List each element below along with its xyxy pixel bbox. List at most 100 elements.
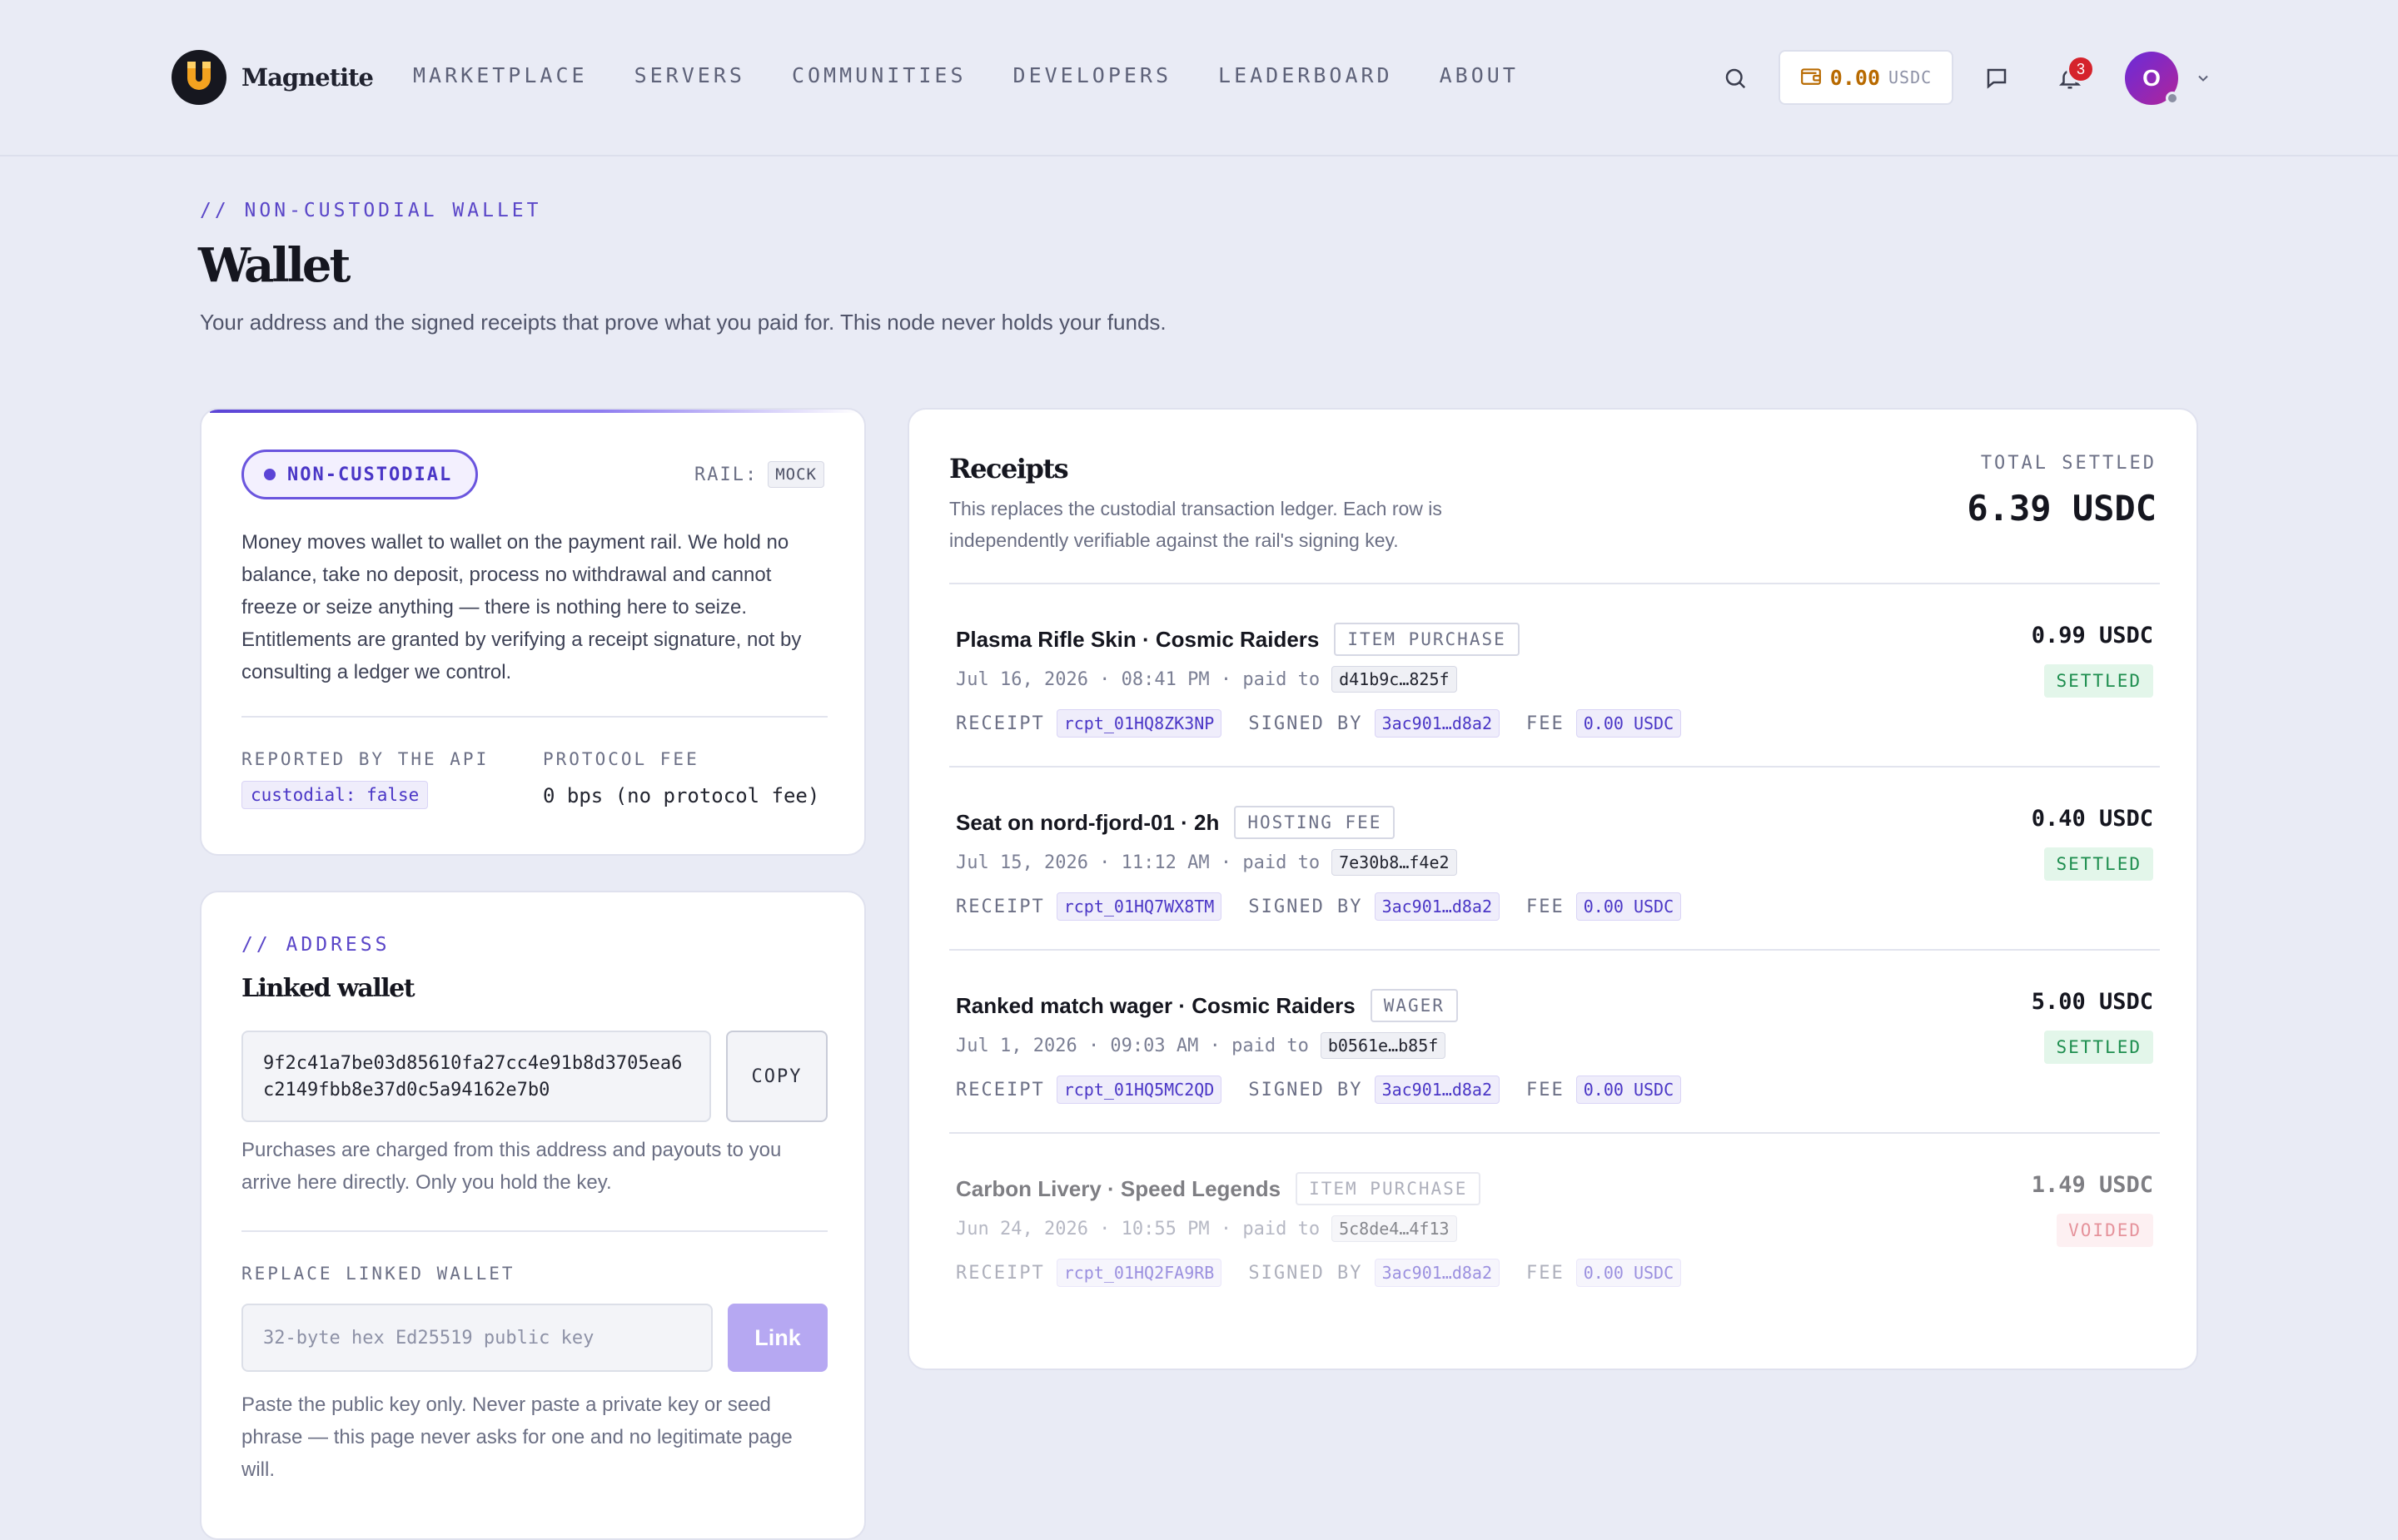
receipt-id[interactable]: rcpt_01HQ5MC2QD bbox=[1056, 1076, 1222, 1104]
receipt-amount: 0.99 USDC bbox=[2031, 623, 2153, 648]
reported-label: REPORTED BY THE API bbox=[241, 749, 490, 769]
wallet-balance-button[interactable]: 0.00 USDC bbox=[1779, 50, 1953, 105]
receipt-id[interactable]: rcpt_01HQ2FA9RB bbox=[1056, 1259, 1222, 1287]
nav-servers[interactable]: SERVERS bbox=[634, 63, 745, 87]
receipt-item-name: Carbon Livery · Speed Legends bbox=[956, 1175, 1281, 1201]
rail-label: RAIL: bbox=[694, 464, 759, 485]
receipt-item-name: Seat on nord-fjord-01 · 2h bbox=[956, 809, 1220, 835]
brand-logo[interactable]: Magnetite bbox=[172, 50, 374, 105]
custody-status-card: NON-CUSTODIAL RAIL: MOCK Money moves wal… bbox=[200, 408, 866, 856]
protocol-fee: PROTOCOL FEE 0 bps (no protocol fee) bbox=[543, 749, 819, 807]
wallet-address-display[interactable]: 9f2c41a7be03d85610fa27cc4e91b8d3705ea6c2… bbox=[241, 1031, 711, 1122]
balance-amount: 0.00 bbox=[1829, 65, 1881, 90]
receipt-kind-tag: ITEM PURCHASE bbox=[1296, 1172, 1481, 1205]
private-key-warning: Paste the public key only. Never paste a… bbox=[241, 1393, 793, 1481]
fee-label: FEE bbox=[1526, 896, 1565, 917]
receipt-id[interactable]: rcpt_01HQ7WX8TM bbox=[1056, 892, 1222, 921]
page-title: Wallet bbox=[198, 238, 351, 293]
receipts-description: This replaces the custodial transaction … bbox=[949, 498, 1442, 551]
nav-about[interactable]: ABOUT bbox=[1440, 63, 1519, 87]
replace-wallet-label: REPLACE LINKED WALLET bbox=[241, 1264, 515, 1284]
signer-key[interactable]: 3ac901…d8a2 bbox=[1374, 1076, 1500, 1104]
balance-currency: USDC bbox=[1888, 67, 1933, 87]
signer-key[interactable]: 3ac901…d8a2 bbox=[1374, 892, 1500, 921]
copy-address-button[interactable]: COPY bbox=[726, 1031, 828, 1122]
protocol-fee-value: 0 bps (no protocol fee) bbox=[543, 784, 820, 807]
custodial-flag-value: custodial: false bbox=[241, 781, 429, 809]
fee-value: 0.00 USDC bbox=[1575, 892, 1682, 921]
presence-indicator bbox=[2166, 92, 2179, 105]
payee-address[interactable]: 5c8de4…4f13 bbox=[1331, 1215, 1457, 1242]
address-help-text: Purchases are charged from this address … bbox=[241, 1139, 782, 1194]
payee-address[interactable]: 7e30b8…f4e2 bbox=[1331, 849, 1457, 876]
receipts-card: Receipts This replaces the custodial tra… bbox=[908, 408, 2198, 1370]
magnet-logo-icon bbox=[172, 50, 226, 105]
signed-by-label: SIGNED BY bbox=[1248, 1079, 1363, 1100]
signer-key[interactable]: 3ac901…d8a2 bbox=[1374, 709, 1500, 738]
receipt-kind-tag: ITEM PURCHASE bbox=[1334, 623, 1520, 656]
non-custodial-pill: NON-CUSTODIAL bbox=[241, 450, 479, 499]
signed-by-label: SIGNED BY bbox=[1248, 896, 1363, 917]
receipt-date: Jul 1, 2026 · 09:03 AM · paid to bbox=[956, 1035, 1309, 1056]
receipt-item-name: Plasma Rifle Skin · Cosmic Raiders bbox=[956, 626, 1320, 652]
messages-icon[interactable] bbox=[1978, 60, 2015, 97]
receipt-row[interactable]: Plasma Rifle Skin · Cosmic Raiders ITEM … bbox=[949, 584, 2160, 768]
rail-value-badge: MOCK bbox=[768, 461, 824, 488]
receipt-id[interactable]: rcpt_01HQ8ZK3NP bbox=[1056, 709, 1222, 738]
main-nav: MARKETPLACE SERVERS COMMUNITIES DEVELOPE… bbox=[413, 63, 1519, 87]
receipt-kind-tag: HOSTING FEE bbox=[1234, 806, 1396, 839]
page-eyebrow: // NON-CUSTODIAL WALLET bbox=[200, 200, 542, 221]
signer-key[interactable]: 3ac901…d8a2 bbox=[1374, 1259, 1500, 1287]
fee-value: 0.00 USDC bbox=[1575, 709, 1682, 738]
linked-wallet-card: // ADDRESS Linked wallet 9f2c41a7be03d85… bbox=[200, 891, 866, 1540]
receipt-date: Jun 24, 2026 · 10:55 PM · paid to bbox=[956, 1218, 1321, 1239]
receipt-date: Jul 16, 2026 · 08:41 PM · paid to bbox=[956, 668, 1321, 690]
receipt-item-name: Ranked match wager · Cosmic Raiders bbox=[956, 992, 1356, 1018]
public-key-input[interactable] bbox=[241, 1304, 713, 1372]
link-wallet-button[interactable]: Link bbox=[728, 1304, 828, 1372]
notification-count-badge: 3 bbox=[2067, 55, 2095, 83]
divider bbox=[241, 716, 828, 718]
nav-marketplace[interactable]: MARKETPLACE bbox=[413, 63, 588, 87]
page-subtitle: Your address and the signed receipts tha… bbox=[200, 310, 1167, 335]
nav-communities[interactable]: COMMUNITIES bbox=[792, 63, 967, 87]
receipt-row[interactable]: Carbon Livery · Speed Legends ITEM PURCH… bbox=[949, 1134, 2160, 1317]
custody-explanation: Money moves wallet to wallet on the paym… bbox=[241, 531, 802, 683]
receipts-title: Receipts bbox=[949, 453, 1069, 484]
receipt-amount: 1.49 USDC bbox=[2031, 1172, 2153, 1198]
receipt-date: Jul 15, 2026 · 11:12 AM · paid to bbox=[956, 852, 1321, 873]
reported-by-api: REPORTED BY THE API custodial: false bbox=[241, 749, 489, 809]
search-icon[interactable] bbox=[1717, 60, 1754, 97]
total-settled-value: 6.39 USDC bbox=[1967, 488, 2157, 529]
fee-value: 0.00 USDC bbox=[1575, 1259, 1682, 1287]
status-badge: SETTLED bbox=[2044, 847, 2153, 881]
chevron-down-icon[interactable] bbox=[2185, 60, 2221, 97]
fee-label: FEE bbox=[1526, 1262, 1565, 1284]
receipt-label: RECEIPT bbox=[956, 1079, 1045, 1100]
address-eyebrow: // ADDRESS bbox=[241, 934, 391, 956]
signed-by-label: SIGNED BY bbox=[1248, 1262, 1363, 1284]
brand-name: Magnetite bbox=[241, 63, 374, 92]
nav-leaderboard[interactable]: LEADERBOARD bbox=[1218, 63, 1393, 87]
linked-wallet-title: Linked wallet bbox=[241, 974, 415, 1003]
fee-label: FEE bbox=[1526, 1079, 1565, 1100]
non-custodial-label: NON-CUSTODIAL bbox=[287, 464, 453, 485]
receipt-label: RECEIPT bbox=[956, 896, 1045, 917]
nav-developers[interactable]: DEVELOPERS bbox=[1013, 63, 1172, 87]
receipt-row[interactable]: Ranked match wager · Cosmic Raiders WAGE… bbox=[949, 951, 2160, 1134]
status-dot-icon bbox=[264, 469, 276, 480]
protocol-fee-label: PROTOCOL FEE bbox=[543, 749, 699, 769]
signed-by-label: SIGNED BY bbox=[1248, 713, 1363, 734]
status-badge: VOIDED bbox=[2057, 1214, 2153, 1247]
top-navigation-bar: Magnetite MARKETPLACE SERVERS COMMUNITIE… bbox=[0, 0, 2398, 156]
receipt-label: RECEIPT bbox=[956, 713, 1045, 734]
receipt-row[interactable]: Seat on nord-fjord-01 · 2h HOSTING FEE J… bbox=[949, 768, 2160, 951]
payee-address[interactable]: b0561e…b85f bbox=[1320, 1032, 1446, 1059]
wallet-icon bbox=[1800, 66, 1822, 90]
receipt-amount: 0.40 USDC bbox=[2031, 806, 2153, 832]
status-badge: SETTLED bbox=[2044, 1031, 2153, 1064]
fee-label: FEE bbox=[1526, 713, 1565, 734]
payee-address[interactable]: d41b9c…825f bbox=[1331, 666, 1457, 693]
receipt-kind-tag: WAGER bbox=[1370, 989, 1458, 1022]
divider bbox=[241, 1230, 828, 1232]
